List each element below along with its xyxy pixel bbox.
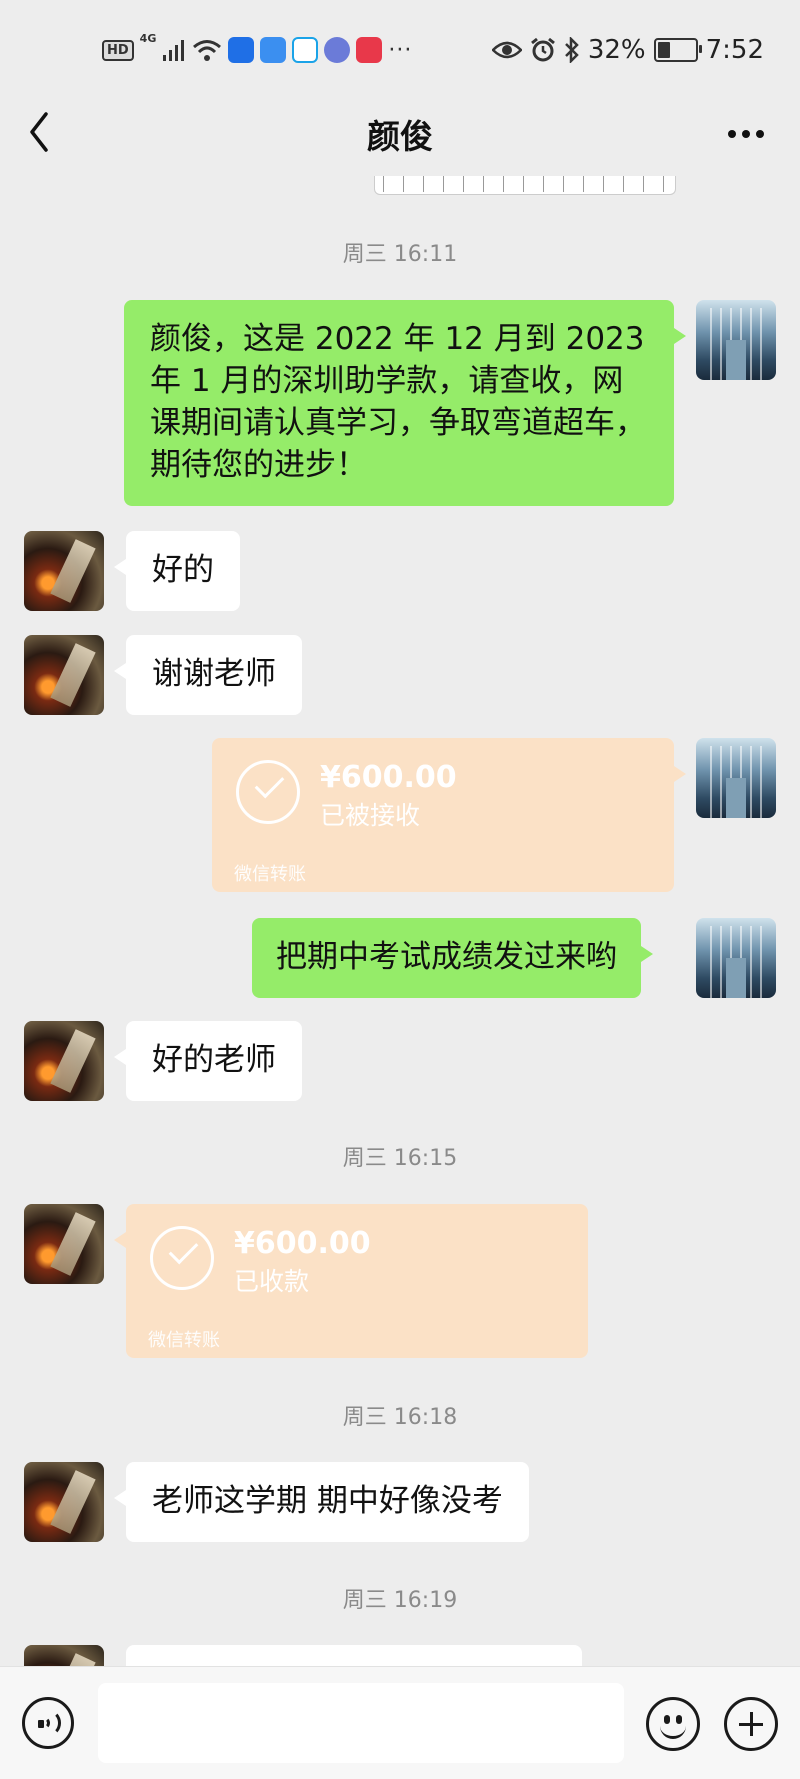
wifi-icon — [193, 40, 222, 61]
hd-badge: HD — [102, 39, 134, 61]
more-notifications-icon: ··· — [388, 37, 413, 63]
timestamp: 周三 16:11 — [342, 242, 458, 267]
chat-header: 颜俊 — [0, 98, 800, 176]
voice-input-icon[interactable] — [22, 1697, 74, 1749]
signal-icon — [163, 40, 185, 61]
transfer-label: 微信转账 — [148, 1330, 220, 1351]
chat-title: 颜俊 — [367, 117, 433, 156]
contact-avatar[interactable] — [24, 1462, 104, 1542]
transfer-amount: ¥600.00 — [234, 1226, 371, 1261]
bluetooth-icon — [564, 37, 579, 63]
more-options-icon[interactable] — [716, 114, 776, 154]
clock: 7:52 — [705, 35, 764, 65]
received-message-bubble[interactable]: 好的老师 — [114, 1021, 302, 1101]
status-icons-left: HD 4G ··· — [102, 30, 412, 70]
check-circle-icon — [150, 1226, 214, 1290]
alarm-icon — [530, 37, 555, 62]
self-avatar[interactable] — [696, 738, 776, 818]
sent-message-bubble[interactable]: 把期中考试成绩发过来哟 — [252, 918, 653, 998]
battery-percent: 32% — [587, 35, 646, 65]
transfer-card-received[interactable]: ¥600.00 已收款 微信转账 — [114, 1204, 588, 1358]
transfer-status: 已收款 — [234, 1267, 310, 1296]
contact-avatar[interactable] — [24, 635, 104, 715]
cloud-app-icon — [260, 37, 287, 63]
timestamp: 周三 16:19 — [342, 1588, 458, 1613]
contact-avatar[interactable] — [24, 1204, 104, 1284]
message-input[interactable] — [98, 1683, 624, 1763]
status-icons-right: 32% 7:52 — [491, 30, 764, 70]
image-message-remnant[interactable] — [374, 176, 676, 195]
emoji-icon[interactable] — [646, 1697, 700, 1751]
battery-icon — [653, 38, 702, 62]
timestamp: 周三 16:15 — [342, 1146, 458, 1171]
red-app-icon — [356, 37, 383, 63]
status-bar: HD 4G ··· 32% 7:52 — [0, 0, 800, 98]
self-avatar[interactable] — [696, 300, 776, 380]
transfer-amount: ¥600.00 — [320, 760, 457, 795]
received-message-bubble[interactable]: 老师这学期 期中好像没考 — [114, 1462, 529, 1542]
chat-app-icon — [292, 37, 319, 63]
timestamp: 周三 16:18 — [342, 1405, 458, 1430]
transfer-status: 已被接收 — [320, 801, 421, 830]
eye-icon — [491, 41, 522, 59]
network-type: 4G — [139, 32, 157, 45]
contact-avatar[interactable] — [24, 531, 104, 611]
app-notification-icon — [228, 37, 255, 63]
self-avatar[interactable] — [696, 918, 776, 998]
music-app-icon — [324, 37, 351, 63]
transfer-card-sent[interactable]: ¥600.00 已被接收 微信转账 — [212, 738, 686, 892]
contact-avatar[interactable] — [24, 1021, 104, 1101]
add-attachment-icon[interactable] — [724, 1697, 778, 1751]
transfer-label: 微信转账 — [234, 864, 306, 885]
received-message-bubble[interactable]: 谢谢老师 — [114, 635, 302, 715]
received-message-bubble[interactable]: 好的 — [114, 531, 240, 611]
check-circle-icon — [236, 760, 300, 824]
sent-message-bubble[interactable]: 颜俊，这是 2022 年 12 月到 2023 年 1 月的深圳助学款，请查收，… — [124, 300, 686, 506]
input-bar — [0, 1666, 800, 1779]
